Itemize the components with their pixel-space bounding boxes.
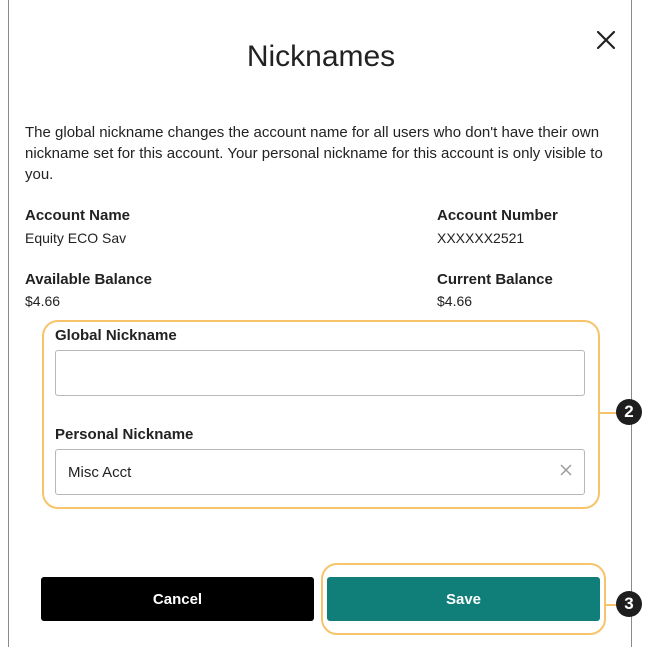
account-name-value: Equity ECO Sav bbox=[25, 230, 127, 246]
current-balance-value: $4.66 bbox=[437, 293, 473, 309]
account-name-label: Account Name bbox=[25, 207, 131, 224]
personal-nickname-label: Personal Nickname bbox=[55, 426, 194, 443]
dialog-title: Nicknames bbox=[246, 40, 396, 73]
nicknames-dialog: Nicknames The global nickname changes th… bbox=[8, 0, 632, 647]
available-balance-label: Available Balance bbox=[25, 271, 153, 288]
clear-icon bbox=[560, 464, 572, 476]
available-balance-value: $4.66 bbox=[25, 293, 61, 309]
global-nickname-input[interactable] bbox=[55, 350, 585, 396]
dialog-description: The global nickname changes the account … bbox=[25, 124, 603, 183]
account-number-label: Account Number bbox=[437, 207, 558, 224]
current-balance-label: Current Balance bbox=[437, 271, 553, 288]
cancel-button[interactable]: Cancel bbox=[41, 577, 314, 621]
save-button[interactable]: Save bbox=[327, 577, 600, 621]
step-two-badge: 2 bbox=[616, 399, 642, 425]
personal-nickname-input[interactable] bbox=[55, 449, 585, 495]
account-number-value: XXXXXX2521 bbox=[437, 230, 525, 246]
clear-personal-nickname-button[interactable] bbox=[559, 463, 573, 477]
global-nickname-label: Global Nickname bbox=[55, 327, 177, 344]
step-three-badge: 3 bbox=[616, 591, 642, 617]
